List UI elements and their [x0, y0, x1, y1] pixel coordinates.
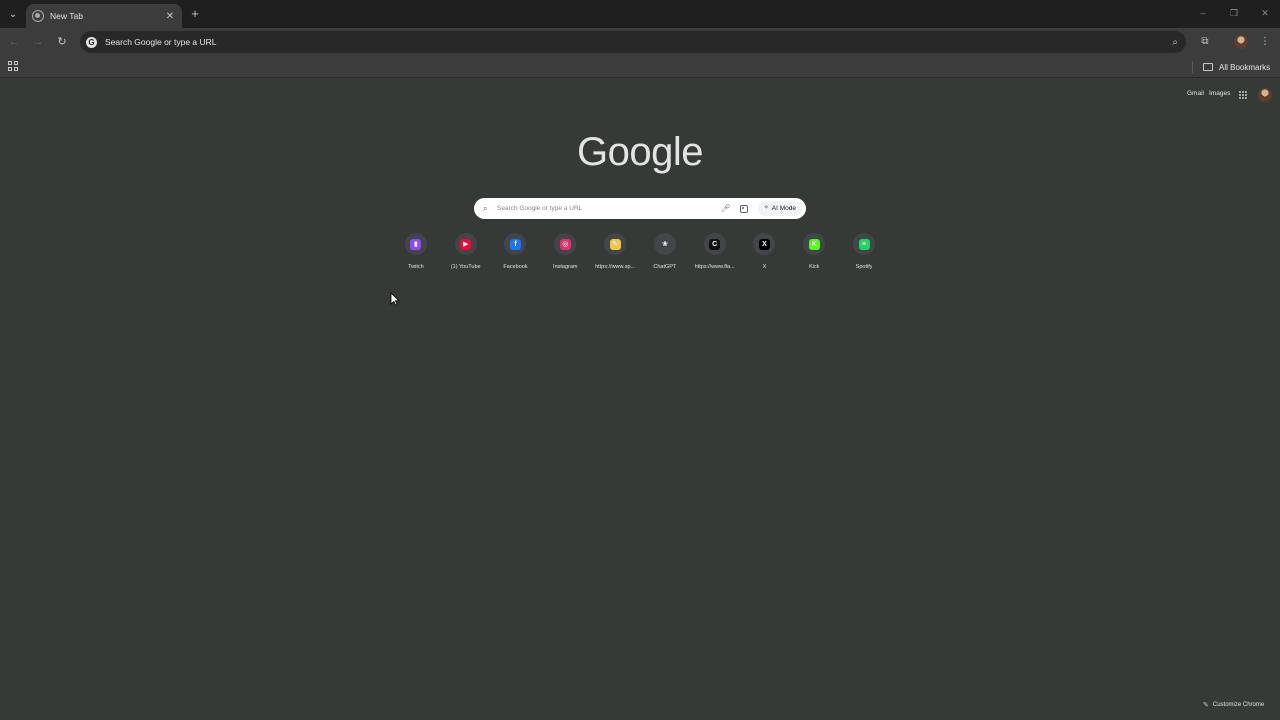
shortcut-tile[interactable]: ❀ ChatGPT: [640, 233, 690, 277]
google-g-icon: G: [86, 36, 97, 48]
microphone-icon[interactable]: 🎤︎: [720, 204, 732, 213]
shortcut-tile[interactable]: ▶ (1) YouTube: [441, 233, 491, 277]
omnibox[interactable]: G Search Google or type a URL ⌕: [80, 31, 1186, 53]
shortcut-icon-wrap: X: [753, 233, 776, 255]
new-tab-plus-icon[interactable]: +: [188, 6, 202, 22]
shortcut-title: Facebook: [503, 264, 528, 270]
back-arrow-icon[interactable]: ←: [6, 34, 22, 50]
google-apps-grid-icon[interactable]: [1239, 91, 1247, 99]
facebook-icon: f: [509, 238, 521, 250]
shortcut-icon-wrap: K: [803, 233, 826, 255]
toolbar: ← → ↻ G Search Google or type a URL ⌕ ⧉ …: [0, 28, 1280, 56]
kick-icon: K: [808, 238, 820, 250]
account-avatar[interactable]: [1258, 88, 1272, 102]
search-box[interactable]: ⌕ Search Google or type a URL 🎤︎ ✧ AI Mo…: [474, 198, 806, 219]
images-link[interactable]: Images: [1209, 90, 1230, 102]
shortcut-icon-wrap: ▶: [454, 233, 477, 255]
spotify-icon: ≡: [858, 238, 870, 250]
extensions-puzzle-piece-icon[interactable]: ⧉: [1198, 35, 1212, 49]
pencil-icon: ✎: [1203, 702, 1209, 709]
all-bookmarks-label: All Bookmarks: [1219, 62, 1271, 72]
restore-icon[interactable]: ❐: [1227, 6, 1241, 20]
shortcut-icon-wrap: ✎: [604, 233, 627, 255]
profile-avatar[interactable]: [1234, 35, 1248, 49]
notes-icon: ✎: [609, 238, 621, 250]
shortcut-icon-wrap: ▮: [404, 233, 427, 255]
search-icon: ⌕: [483, 203, 488, 213]
shortcut-tile[interactable]: f Facebook: [491, 233, 541, 277]
minimize-icon[interactable]: ‒: [1196, 6, 1210, 20]
shortcut-icon-wrap: C: [703, 233, 726, 255]
shortcut-title: https://www.fla...: [694, 264, 735, 270]
ai-mode-label: AI Mode: [771, 205, 796, 212]
gmail-link[interactable]: Gmail: [1187, 90, 1204, 102]
shortcut-tile[interactable]: XX: [740, 233, 790, 277]
shortcut-icon-wrap: ❀: [653, 233, 676, 255]
ai-mode-icon: ✧: [763, 205, 769, 211]
shortcut-title: Kick: [809, 264, 820, 270]
tab-search-chevron-down-icon[interactable]: ⌄: [4, 5, 22, 23]
shortcut-tile[interactable]: ≡ Spotify: [839, 233, 889, 277]
shortcut-title: Instagram: [553, 264, 578, 270]
shortcut-title: https://www.sp...: [595, 264, 636, 270]
shortcut-title: (1) YouTube: [450, 264, 481, 270]
tab-close-icon[interactable]: ✕: [164, 11, 176, 22]
google-logo: Google: [577, 130, 703, 174]
forward-arrow-icon[interactable]: →: [30, 34, 46, 50]
reload-icon[interactable]: ↻: [54, 34, 70, 50]
shortcut-tile[interactable]: ✎ https://www.sp...: [590, 233, 640, 277]
folder-icon: [1203, 63, 1213, 71]
shortcut-tile[interactable]: ▮ Twitch: [391, 233, 441, 277]
shortcut-icon-wrap: ◎: [554, 233, 577, 255]
ai-mode-button[interactable]: ✧ AI Mode: [757, 201, 802, 216]
zoom-icon[interactable]: ⌕: [1172, 37, 1178, 48]
chrome-favicon-icon: [32, 10, 44, 22]
youtube-icon: ▶: [460, 238, 472, 250]
bookmarks-divider: [1192, 61, 1193, 73]
shortcut-tile[interactable]: Chttps://www.fla...: [690, 233, 740, 277]
shortcut-title: ChatGPT: [653, 264, 677, 270]
lens-camera-icon[interactable]: [739, 204, 748, 213]
tab-strip: ⌄ New Tab ✕ + ‒ ❐ ✕: [0, 0, 1280, 28]
bookmarks-bar: All Bookmarks: [0, 56, 1280, 78]
shortcut-tile[interactable]: K Kick: [789, 233, 839, 277]
mouse-pointer-icon: [390, 292, 400, 306]
tab-title: New Tab: [50, 11, 83, 21]
customize-chrome-label: Customize Chrome: [1212, 702, 1265, 708]
shortcut-tile[interactable]: ◎ Instagram: [540, 233, 590, 277]
x-icon: X: [758, 238, 770, 250]
omnibox-text: Search Google or type a URL: [105, 37, 217, 47]
shortcut-title: X: [762, 264, 767, 270]
chatgpt-icon: ❀: [659, 238, 671, 250]
shortcuts-grid: ▮ Twitch ▶ (1) YouTube f Facebook ◎ Instagram ✎ h…: [391, 233, 889, 277]
tab-groups-grid-icon[interactable]: [8, 61, 18, 71]
customize-chrome-button[interactable]: ✎ Customize Chrome: [1203, 699, 1264, 711]
shortcut-icon-wrap: ≡: [853, 233, 876, 255]
instagram-icon: ◎: [559, 238, 571, 250]
kebab-menu-icon[interactable]: ⋮: [1258, 35, 1272, 49]
circle-c-icon: C: [709, 238, 721, 250]
close-window-icon[interactable]: ✕: [1258, 6, 1272, 20]
shortcut-title: Twitch: [408, 264, 424, 270]
all-bookmarks-button[interactable]: All Bookmarks: [1203, 60, 1270, 74]
search-input[interactable]: Search Google or type a URL: [497, 205, 720, 212]
shortcut-title: Spotify: [855, 264, 873, 270]
shortcut-icon-wrap: f: [504, 233, 527, 255]
twitch-icon: ▮: [410, 238, 422, 250]
tab-new-tab[interactable]: New Tab ✕: [26, 4, 182, 28]
